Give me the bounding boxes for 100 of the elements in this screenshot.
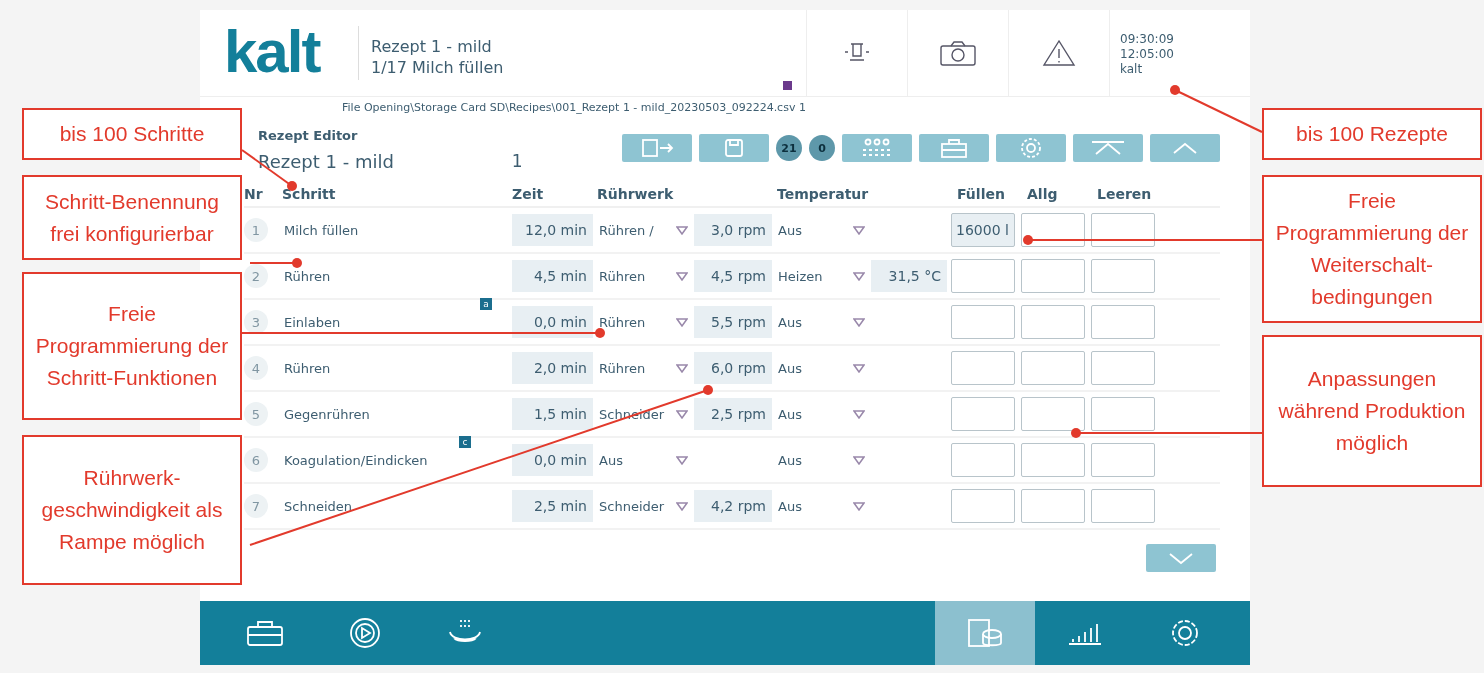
annotation-callout: Schritt-Benennung frei konfigurierbar (22, 175, 242, 260)
empty-condition-field[interactable] (1091, 443, 1155, 477)
fill-condition-field[interactable] (951, 397, 1015, 431)
time-field[interactable]: 2,0 min (512, 352, 593, 384)
step-name[interactable]: Koagulation/Eindicken (282, 452, 512, 468)
time-field[interactable]: 0,0 min (512, 444, 593, 476)
speed-field[interactable]: 4,2 rpm (694, 490, 772, 522)
empty-condition-field[interactable] (1091, 305, 1155, 339)
empty-condition-field[interactable] (1091, 351, 1155, 385)
empty-condition-field[interactable] (1091, 213, 1155, 247)
general-condition-field[interactable] (1021, 397, 1085, 431)
fill-condition-field[interactable] (951, 305, 1015, 339)
dropdown-arrow-icon[interactable] (676, 409, 688, 419)
general-condition-field[interactable] (1021, 213, 1085, 247)
fill-condition-field[interactable]: 16000 l (951, 213, 1015, 247)
recipe-title: Rezept 1 - mild (371, 37, 493, 56)
agitator-select[interactable]: Rühren / (597, 222, 694, 238)
speed-field[interactable]: 3,0 rpm (694, 214, 772, 246)
temperature-select[interactable]: Aus (776, 222, 871, 238)
fill-condition-field[interactable] (951, 489, 1015, 523)
dropdown-arrow-icon[interactable] (676, 363, 688, 373)
step-number: 6 (244, 448, 268, 472)
dropdown-arrow-icon[interactable] (853, 501, 865, 511)
top-icon (1090, 138, 1126, 158)
time-field[interactable]: 4,5 min (512, 260, 593, 292)
up-button[interactable] (1150, 134, 1220, 162)
temperature-select[interactable]: Heizen (776, 268, 871, 284)
dropdown-arrow-icon[interactable] (676, 271, 688, 281)
time-field[interactable]: 0,0 min (512, 306, 593, 338)
dropdown-arrow-icon[interactable] (853, 455, 865, 465)
camera-icon[interactable] (939, 39, 977, 67)
top-button[interactable] (1073, 134, 1143, 162)
speed-field[interactable]: 2,5 rpm (694, 398, 772, 430)
dropdown-arrow-icon[interactable] (676, 501, 688, 511)
annotation-callout: Freie Programmierung der Weiterschalt-bedingungen (1262, 175, 1482, 323)
agitator-select[interactable]: Aus (597, 452, 694, 468)
empty-condition-field[interactable] (1091, 259, 1155, 293)
agitator-select[interactable]: Rühren (597, 268, 694, 284)
dropdown-arrow-icon[interactable] (676, 225, 688, 235)
save-icon (723, 138, 745, 158)
leader-line (249, 258, 302, 268)
annotation-callout: bis 100 Rezepte (1262, 108, 1482, 160)
agitator-select[interactable]: Schneider (597, 498, 694, 514)
temperature-select[interactable]: Aus (776, 498, 871, 514)
empty-condition-field[interactable] (1091, 397, 1155, 431)
annotation-callout: Anpassungen während Produktion möglich (1262, 335, 1482, 487)
step-name[interactable]: Milch füllen (282, 222, 512, 238)
step-name[interactable]: Einlaben (282, 314, 512, 330)
scroll-down-button[interactable] (1146, 544, 1216, 572)
step-name[interactable]: Rühren (282, 268, 512, 284)
recipe-number: 1 (511, 151, 523, 172)
fill-condition-field[interactable] (951, 259, 1015, 293)
agitator-select[interactable]: Rühren (597, 314, 694, 330)
general-condition-field[interactable] (1021, 443, 1085, 477)
column-header: Nr (244, 186, 264, 202)
nav-tab[interactable] (935, 601, 1035, 665)
temperature-select[interactable]: Aus (776, 452, 871, 468)
counter-badge: 0 (809, 135, 835, 161)
temperature-select[interactable]: Aus (776, 360, 871, 376)
general-condition-field[interactable] (1021, 351, 1085, 385)
step-number: 4 (244, 356, 268, 380)
fill-condition-field[interactable] (951, 351, 1015, 385)
time-field[interactable]: 12,0 min (512, 214, 593, 246)
general-condition-field[interactable] (1021, 259, 1085, 293)
warning-icon[interactable] (1042, 38, 1076, 68)
current-step: 1/17 Milch füllen (371, 58, 806, 77)
temperature-field[interactable]: 31,5 °C (871, 260, 947, 292)
column-header: Füllen (957, 186, 1006, 202)
step-name[interactable]: Schneiden (282, 498, 512, 514)
fill-condition-field[interactable] (951, 443, 1015, 477)
general-condition-field[interactable] (1021, 489, 1085, 523)
time-field[interactable]: 1,5 min (512, 398, 593, 430)
time-field[interactable]: 2,5 min (512, 490, 593, 522)
general-condition-field[interactable] (1021, 305, 1085, 339)
speed-field[interactable]: 4,5 rpm (694, 260, 772, 292)
step-name[interactable]: Rühren (282, 360, 512, 376)
step-name[interactable]: Gegenrühren (282, 406, 512, 422)
dropdown-arrow-icon[interactable] (676, 455, 688, 465)
save-button[interactable] (699, 134, 769, 162)
gear-button[interactable] (996, 134, 1066, 162)
dropdown-arrow-icon[interactable] (676, 317, 688, 327)
speed-field[interactable]: 6,0 rpm (694, 352, 772, 384)
step-number: 5 (244, 402, 268, 426)
annotation-callout: Rührwerk-geschwindigkeit als Rampe möglich (22, 435, 242, 585)
agitator-select[interactable]: Rühren (597, 360, 694, 376)
export-button[interactable] (622, 134, 692, 162)
column-header: Rührwerk (597, 186, 675, 202)
step-marker: c (459, 436, 471, 448)
temperature-select[interactable]: Aus (776, 406, 871, 422)
column-header: Schritt (282, 186, 337, 202)
dropdown-arrow-icon[interactable] (853, 225, 865, 235)
dropdown-arrow-icon[interactable] (853, 271, 865, 281)
empty-condition-field[interactable] (1091, 489, 1155, 523)
temperature-select[interactable]: Aus (776, 314, 871, 330)
toolbox-button[interactable] (919, 134, 989, 162)
dropdown-arrow-icon[interactable] (853, 409, 865, 419)
dropdown-arrow-icon[interactable] (853, 363, 865, 373)
grid-button[interactable] (842, 134, 912, 162)
speed-field[interactable]: 5,5 rpm (694, 306, 772, 338)
dropdown-arrow-icon[interactable] (853, 317, 865, 327)
